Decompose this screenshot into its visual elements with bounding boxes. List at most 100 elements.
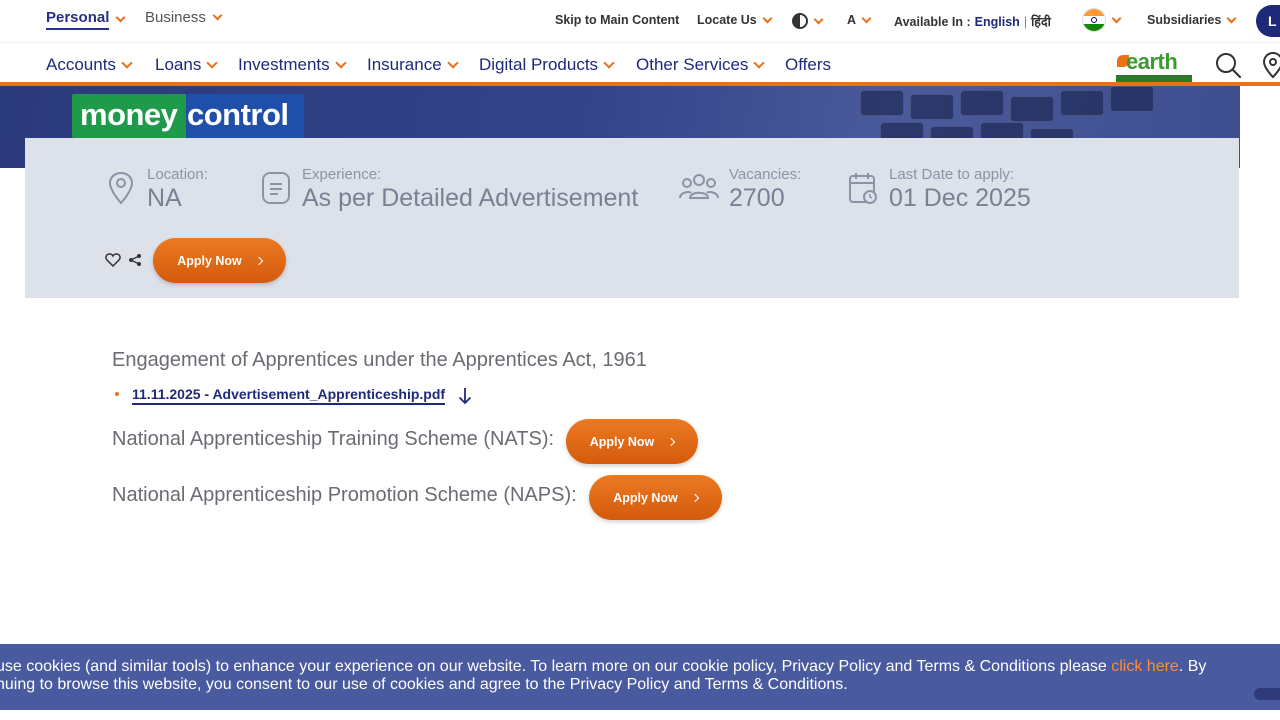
chevron-down-icon: [447, 57, 459, 69]
naps-apply-now-button[interactable]: Apply Now: [589, 475, 722, 520]
nats-apply-now-label: Apply Now: [589, 434, 655, 449]
nav-digital-products[interactable]: Digital Products: [479, 55, 615, 75]
nav-accounts-label: Accounts: [46, 55, 116, 74]
nav-accounts[interactable]: Accounts: [46, 55, 133, 75]
chevron-down-icon: [1226, 13, 1237, 23]
chevron-down-icon: [861, 13, 872, 23]
subsidiaries-label: Subsidiaries: [1147, 13, 1222, 27]
heart-icon[interactable]: [105, 253, 121, 267]
locate-us-label: Locate Us: [697, 13, 757, 27]
apply-now-button[interactable]: Apply Now: [153, 238, 286, 283]
nav-insurance[interactable]: Insurance: [367, 55, 459, 75]
chevron-down-icon: [753, 57, 766, 69]
last-date-value: 01 Dec 2025: [889, 184, 1031, 212]
cookie-line1-start: use cookies (and similar tools) to enhan…: [0, 658, 1112, 675]
nav-investments[interactable]: Investments: [238, 55, 347, 75]
location-pin-icon[interactable]: [1262, 51, 1280, 79]
skip-to-main-label: Skip to Main Content: [555, 13, 680, 27]
cookie-line1-end: . By: [1178, 658, 1207, 675]
moneycontrol-logo-money: money: [80, 97, 178, 132]
chevron-right-icon: [690, 493, 700, 502]
experience-info: Experience: As per Detailed Advertisemen…: [260, 166, 638, 213]
experience-label: Experience:: [302, 166, 382, 183]
search-icon[interactable]: [1214, 51, 1242, 79]
nav-other-services[interactable]: Other Services: [636, 55, 766, 75]
experience-value: As per Detailed Advertisement: [302, 184, 639, 212]
calendar-clock-icon: [849, 173, 877, 204]
download-icon[interactable]: [458, 387, 472, 405]
language-selector: Available In : English | हिंदी: [894, 13, 1051, 30]
people-group-icon: [679, 174, 719, 199]
subsidiaries-menu[interactable]: Subsidiaries: [1147, 13, 1237, 27]
nav-loans-label: Loans: [155, 55, 202, 74]
apply-now-label: Apply Now: [177, 253, 242, 268]
naps-label: National Apprenticeship Promotion Scheme…: [112, 484, 577, 506]
chevron-down-icon: [603, 57, 615, 69]
segment-personal-label: Personal: [46, 9, 110, 30]
vacancies-label: Vacancies:: [729, 166, 802, 183]
last-date-label: Last Date to apply:: [889, 166, 1015, 183]
lang-hindi[interactable]: हिंदी: [1031, 13, 1051, 30]
nav-investments-label: Investments: [238, 55, 330, 74]
document-icon: [262, 172, 290, 204]
chevron-down-icon: [334, 57, 347, 69]
chevron-down-icon: [762, 13, 773, 23]
earth-logo[interactable]: earth: [1114, 45, 1194, 83]
hero-edge: [1240, 86, 1280, 168]
chevron-down-icon: [121, 57, 133, 69]
segment-personal[interactable]: Personal: [46, 9, 126, 30]
chevron-down-icon: [115, 12, 126, 23]
nav-loans[interactable]: Loans: [155, 55, 218, 75]
location-value: NA: [147, 184, 182, 212]
top-utility-bar: Personal Business Skip to Main Content L…: [0, 0, 1280, 42]
vacancies-info: Vacancies: 2700: [679, 166, 801, 213]
lang-separator: |: [1023, 14, 1028, 29]
chevron-right-icon: [667, 437, 676, 446]
available-in-label: Available In :: [894, 14, 971, 29]
skip-to-main-link[interactable]: Skip to Main Content: [555, 13, 679, 27]
nav-other-services-label: Other Services: [636, 55, 749, 74]
chevron-down-icon: [206, 57, 218, 69]
cookie-text: use cookies (and similar tools) to enhan…: [0, 658, 1280, 694]
share-icon[interactable]: [128, 253, 142, 267]
chevron-down-icon: [1111, 13, 1122, 23]
moneycontrol-logo: money control: [72, 94, 304, 138]
font-size-label: A: [847, 13, 857, 27]
lang-english[interactable]: English: [975, 15, 1020, 29]
moneycontrol-logo-control: control: [187, 97, 289, 132]
nav-offers[interactable]: Offers: [785, 55, 831, 75]
locate-us-menu[interactable]: Locate Us: [697, 13, 773, 27]
contrast-icon: [792, 13, 808, 29]
cookie-line-2: nuing to browse this website, you consen…: [0, 676, 848, 693]
contrast-toggle[interactable]: [792, 13, 824, 29]
country-selector[interactable]: [1082, 8, 1122, 32]
naps-apply-now-label: Apply Now: [613, 490, 678, 505]
nav-offers-label: Offers: [785, 55, 831, 74]
india-flag-icon: [1082, 8, 1106, 32]
nav-digital-products-label: Digital Products: [479, 55, 599, 74]
cookie-line-1: use cookies (and similar tools) to enhan…: [0, 658, 1280, 676]
cookie-click-here-link[interactable]: click here: [1111, 658, 1179, 675]
nav-insurance-label: Insurance: [367, 55, 442, 74]
location-info: Location: NA: [105, 166, 208, 213]
earth-logo-band: [1116, 75, 1192, 82]
location-label: Location:: [147, 166, 208, 183]
earth-logo-text: earth: [1126, 49, 1178, 74]
nats-apply-now-button[interactable]: Apply Now: [566, 419, 698, 464]
advertisement-pdf-link[interactable]: 11.11.2025 - Advertisement_Apprenticeshi…: [132, 386, 446, 405]
segment-business[interactable]: Business: [145, 9, 223, 26]
chevron-down-icon: [813, 14, 824, 24]
nats-label: National Apprenticeship Training Scheme …: [112, 428, 555, 450]
segment-business-label: Business: [145, 9, 206, 26]
location-pin-icon: [108, 171, 134, 205]
list-bullet: [115, 392, 119, 396]
chevron-down-icon: [212, 10, 223, 21]
page: Personal Business Skip to Main Content L…: [0, 0, 1280, 720]
login-button[interactable]: L: [1256, 5, 1280, 37]
font-size-menu[interactable]: A: [847, 13, 872, 27]
last-date-info: Last Date to apply: 01 Dec 2025: [847, 166, 1031, 213]
vacancies-value: 2700: [729, 184, 785, 212]
cookie-accept-button[interactable]: [1254, 688, 1280, 700]
content-title: Engagement of Apprentices under the Appr…: [112, 349, 647, 371]
chevron-right-icon: [254, 256, 264, 265]
